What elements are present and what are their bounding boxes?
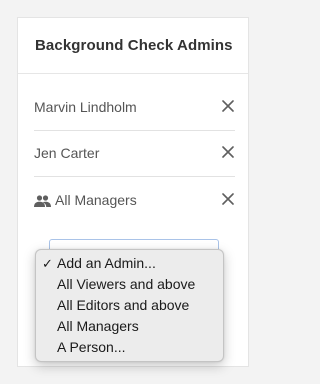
add-admin-dropdown-menu: ✓ Add an Admin... All Viewers and above … bbox=[35, 249, 224, 362]
menu-item-all-managers[interactable]: All Managers bbox=[36, 316, 223, 337]
menu-item-all-editors[interactable]: All Editors and above bbox=[36, 295, 223, 316]
menu-item-label: All Viewers and above bbox=[57, 276, 196, 292]
title-divider bbox=[18, 73, 248, 74]
admin-name: All Managers bbox=[55, 192, 137, 208]
group-icon bbox=[34, 194, 51, 207]
close-icon[interactable] bbox=[219, 143, 237, 161]
admin-row: All Managers bbox=[34, 178, 235, 224]
close-icon[interactable] bbox=[219, 190, 237, 208]
close-icon[interactable] bbox=[219, 97, 237, 115]
admin-row: Jen Carter bbox=[34, 131, 235, 177]
admin-name: Jen Carter bbox=[34, 145, 100, 161]
menu-item-add-an-admin[interactable]: ✓ Add an Admin... bbox=[36, 253, 223, 274]
menu-item-label: All Editors and above bbox=[57, 297, 190, 313]
admin-name: Marvin Lindholm bbox=[34, 99, 137, 115]
checkmark-icon: ✓ bbox=[42, 256, 53, 271]
admin-row: Marvin Lindholm bbox=[34, 85, 235, 131]
card-title: Background Check Admins bbox=[35, 37, 233, 54]
menu-item-a-person[interactable]: A Person... bbox=[36, 337, 223, 358]
menu-item-label: Add an Admin... bbox=[57, 255, 156, 271]
menu-item-all-viewers[interactable]: All Viewers and above bbox=[36, 274, 223, 295]
menu-item-label: All Managers bbox=[57, 318, 139, 334]
menu-item-label: A Person... bbox=[57, 339, 126, 355]
